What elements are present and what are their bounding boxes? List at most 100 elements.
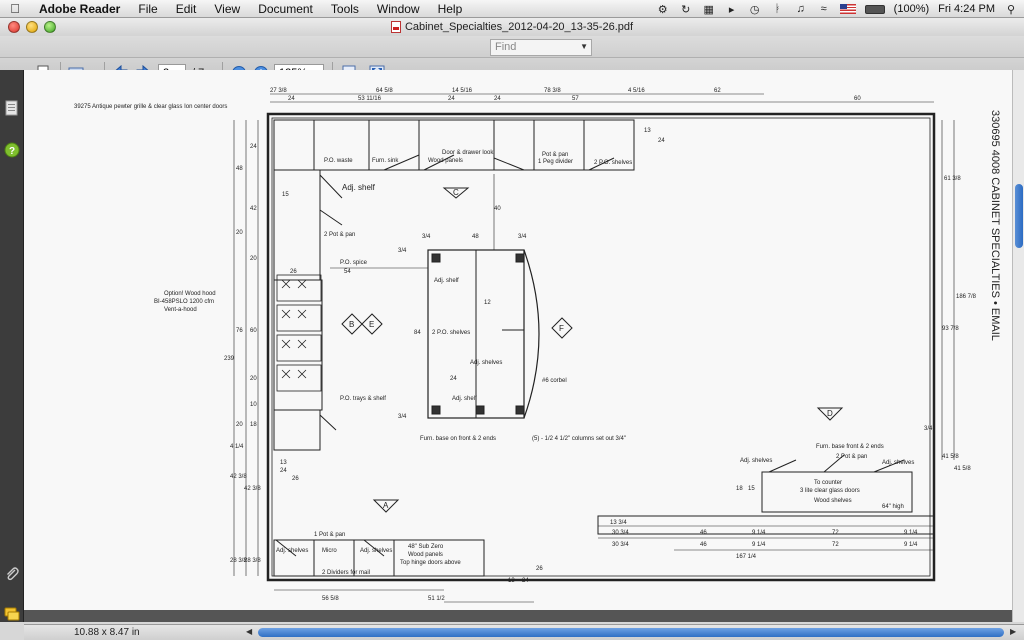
dim-left-3: 20 (236, 230, 243, 236)
time-machine-icon[interactable]: ◷ (748, 2, 762, 16)
dim-left-8: 20 (250, 376, 257, 382)
close-window-button[interactable] (8, 21, 20, 33)
apple-menu-icon[interactable]:  (0, 1, 30, 16)
island-1: 48 (472, 234, 479, 240)
dim-top-8: 24 (448, 96, 455, 102)
grid-icon[interactable]: ▦ (702, 2, 716, 16)
creative-cloud-icon[interactable]: ⚙ (656, 2, 670, 16)
comments-icon[interactable] (4, 606, 20, 622)
menu-edit[interactable]: Edit (167, 0, 206, 18)
volume-small-icon[interactable]: ▸ (725, 2, 739, 16)
dim-right-0: 13 (644, 128, 651, 134)
dim-left-11: 20 (236, 422, 243, 428)
island-10: 24 (450, 376, 457, 382)
menu-file[interactable]: File (129, 0, 166, 18)
note-bottom-5: 48" Sub Zero (408, 544, 444, 550)
menu-tools[interactable]: Tools (322, 0, 368, 18)
note-right-1: Adj. shelves (740, 458, 772, 464)
drawing-header-note: 39275 Antique pewter grille & clear glas… (74, 104, 227, 110)
dim-bottom-5: 9 1/4 (904, 530, 918, 536)
document-viewport[interactable]: 39275 Antique pewter grille & clear glas… (24, 70, 1012, 622)
label-e: E (369, 320, 374, 329)
sync-icon[interactable]: ↻ (679, 2, 693, 16)
menu-clock[interactable]: Fri 4:24 PM (938, 3, 995, 15)
dim-bottom-0: 13 3/4 (610, 520, 627, 526)
note-bottom-3: Adj. shelves (360, 548, 392, 554)
island-11: Adj. shelf (452, 396, 477, 402)
note-top-0: P.O. waste (324, 158, 353, 164)
bluetooth-icon[interactable]: ᛓ (771, 2, 785, 16)
dim-bottom-14: 26 (536, 566, 543, 572)
vertical-scrollbar[interactable] (1012, 70, 1024, 622)
macos-menu-bar:  Adobe Reader File Edit View Document T… (0, 0, 1024, 18)
note-top-3: Wood panels (428, 158, 463, 164)
dim-left-1: 48 (236, 166, 243, 172)
note-left-1: Adj. shelf (342, 183, 376, 192)
label-b: B (349, 320, 354, 329)
island-6: 2 P.O. shelves (432, 330, 470, 336)
note-top-2: Door & drawer look (442, 150, 494, 156)
menu-document[interactable]: Document (249, 0, 322, 18)
dim-left-13: 42 3/8 (230, 474, 247, 480)
note-left-11: 24 (280, 468, 287, 474)
horizontal-scroll-thumb[interactable] (258, 628, 1004, 637)
minimize-window-button[interactable] (26, 21, 38, 33)
island-15: (5) - 1/2 4 1/2" columns set out 3/4" (532, 436, 626, 442)
spotlight-search-icon[interactable]: ⚲ (1004, 2, 1018, 16)
scroll-left-arrow-icon[interactable]: ◀ (246, 627, 252, 636)
wifi-icon[interactable]: ≈ (817, 2, 831, 16)
menu-window[interactable]: Window (368, 0, 429, 18)
kitchen-floor-plan-drawing: 39275 Antique pewter grille & clear glas… (74, 88, 1001, 603)
dim-top-2: 14 5/16 (452, 88, 473, 94)
dim-right-1: 24 (658, 138, 665, 144)
window-title-text: Cabinet_Specialties_2012-04-20_13-35-26.… (404, 21, 634, 33)
menu-view[interactable]: View (205, 0, 249, 18)
battery-icon[interactable] (864, 4, 885, 14)
dim-left-6: 60 (250, 328, 257, 334)
note-left-2: 2 Pot & pan (324, 232, 355, 238)
page-size-readout: 10.88 x 8.47 in (74, 627, 140, 638)
note-bottom-0: 1 Pot & pan (314, 532, 345, 538)
label-d: D (827, 409, 833, 418)
island-4: Adj. shelf (434, 278, 459, 284)
zoom-window-button[interactable] (44, 21, 56, 33)
battery-percent: (100%) (893, 3, 930, 15)
note-bottom-4: 2 Dividers for mail (322, 570, 370, 576)
svg-text:?: ? (9, 146, 15, 157)
volume-icon[interactable]: ♫ (794, 2, 808, 16)
dim-bottom-10: 9 1/4 (904, 542, 918, 548)
attachments-paperclip-icon[interactable] (4, 566, 20, 582)
note-right-3: Adj. shelves (882, 460, 914, 466)
dim-bottom-6: 30 3/4 (612, 542, 629, 548)
vertical-side-text: 330695 4008 CABINET SPECIALTIES • EMAIL (989, 110, 1001, 341)
island-12: #6 corbel (542, 378, 567, 384)
help-icon[interactable]: ? (4, 142, 20, 158)
pages-panel-icon[interactable] (4, 100, 20, 116)
find-dropdown-icon[interactable]: ▼ (580, 42, 588, 51)
island-0: 3/4 (422, 234, 431, 240)
dim-right-7: 3/4 (924, 426, 933, 432)
find-input[interactable]: Find ▼ (490, 39, 592, 56)
dim-bottom-9: 72 (832, 542, 839, 548)
note-left-10: 13 (280, 460, 287, 466)
window-titlebar[interactable]: Cabinet_Specialties_2012-04-20_13-35-26.… (0, 18, 1024, 36)
note-right-9: 15 (748, 486, 755, 492)
island-9: Adj. shelves (470, 360, 502, 366)
note-bottom-7: Top hinge doors above (400, 560, 461, 566)
menu-app-name[interactable]: Adobe Reader (30, 0, 129, 18)
dim-top-6: 24 (288, 96, 295, 102)
us-flag-icon[interactable] (839, 4, 856, 14)
note-right-5: 3 lite clear glass doors (800, 488, 860, 494)
menu-help[interactable]: Help (429, 0, 472, 18)
note-left-7: BI-458PSLO 1200 cfm (154, 299, 214, 305)
scroll-right-arrow-icon[interactable]: ▶ (1010, 627, 1016, 636)
note-left-5: 54 (344, 269, 351, 275)
dim-bottom-15: 56 5/8 (322, 596, 339, 602)
note-right-8: 18 (736, 486, 743, 492)
dim-top-1: 64 5/8 (376, 88, 393, 94)
dim-bottom-8: 9 1/4 (752, 542, 766, 548)
label-f: F (559, 324, 564, 333)
island-2: 3/4 (518, 234, 527, 240)
vertical-scroll-thumb[interactable] (1015, 184, 1023, 248)
dim-bottom-1: 30 3/4 (612, 530, 629, 536)
